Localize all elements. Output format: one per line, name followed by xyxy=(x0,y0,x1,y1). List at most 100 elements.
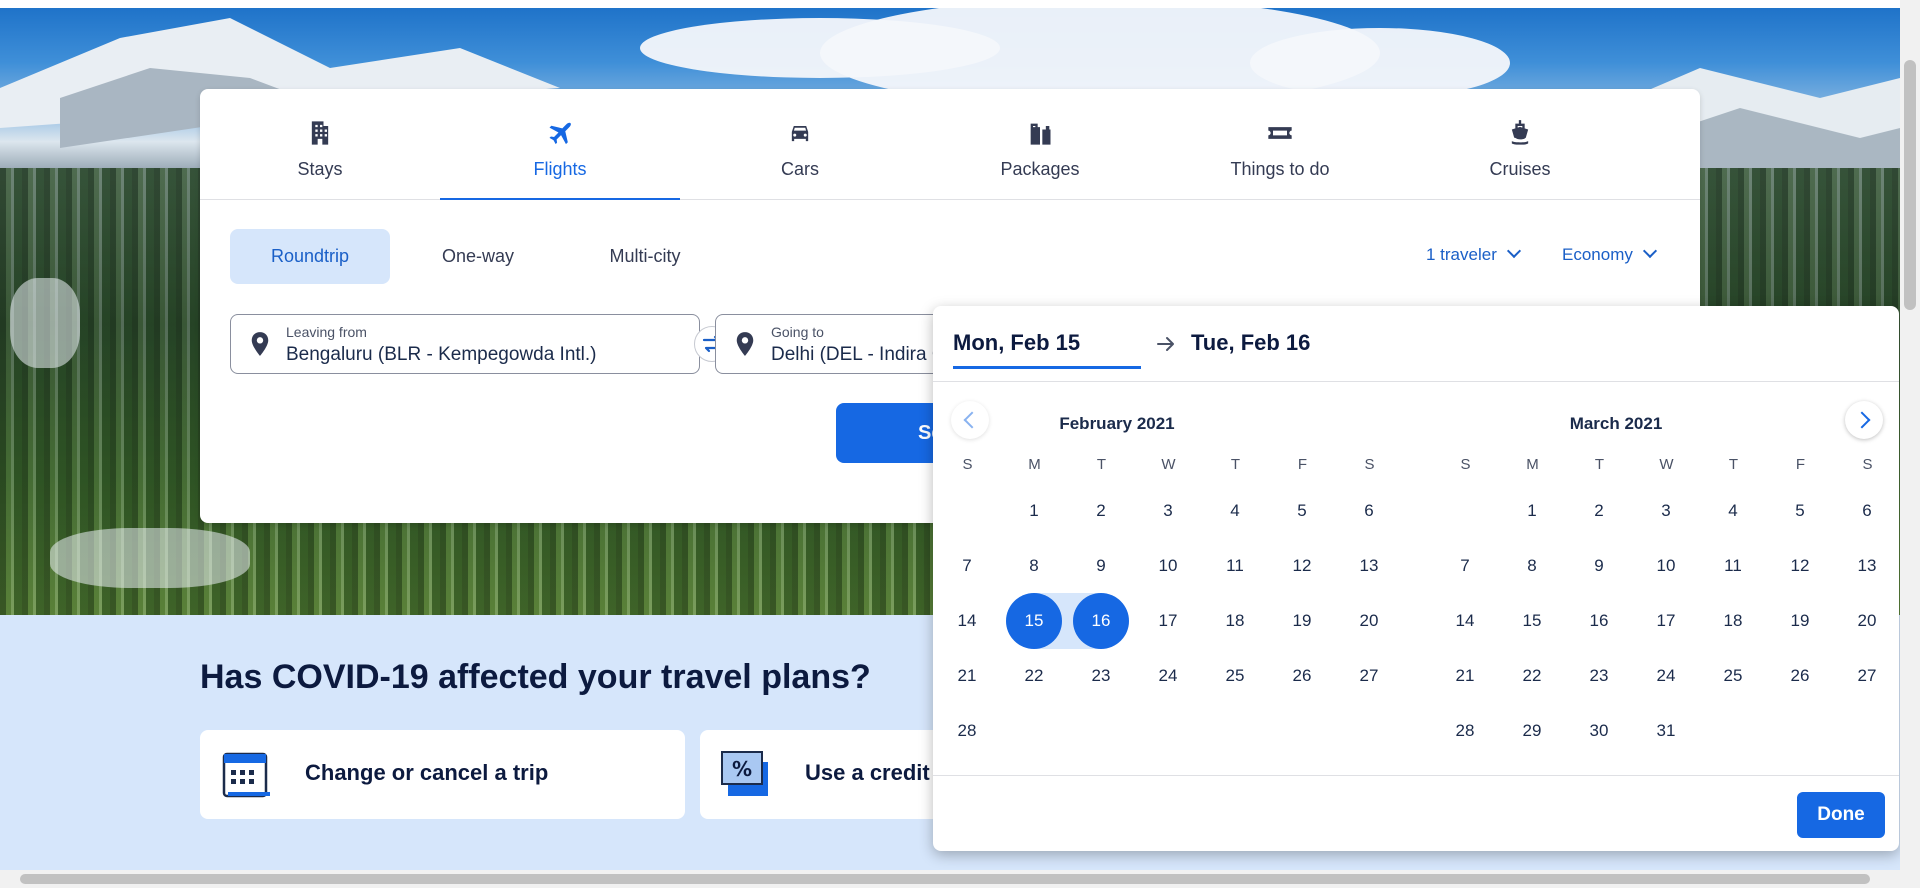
calendar-day[interactable]: 17 xyxy=(1140,593,1196,649)
covid-heading: Has COVID-19 affected your travel plans? xyxy=(200,658,871,696)
scrollbar-thumb[interactable] xyxy=(20,874,1870,884)
calendar-day[interactable]: 4 xyxy=(1705,483,1761,539)
leaving-from-label: Leaving from xyxy=(286,324,367,340)
weekday-header: W xyxy=(1659,456,1674,473)
calendar-day[interactable]: 29 xyxy=(1504,703,1560,759)
month-title-february: February 2021 xyxy=(1059,414,1175,433)
weekday-header: F xyxy=(1795,456,1806,473)
calendar-day[interactable]: 3 xyxy=(1140,483,1196,539)
tab-packages[interactable]: Packages xyxy=(920,89,1160,199)
calendar-day[interactable]: 20 xyxy=(1341,593,1397,649)
calendar-day[interactable]: 26 xyxy=(1772,648,1828,704)
chevron-down-icon xyxy=(1642,243,1657,259)
tab-things-to-do[interactable]: Things to do xyxy=(1160,89,1400,199)
done-button[interactable]: Done xyxy=(1797,792,1885,838)
calendar-day[interactable]: 13 xyxy=(1341,538,1397,594)
calendar-day[interactable]: 27 xyxy=(1341,648,1397,704)
calendar-day[interactable]: 14 xyxy=(939,593,995,649)
calendar-day[interactable]: 27 xyxy=(1839,648,1895,704)
calendar-day[interactable]: 24 xyxy=(1638,648,1694,704)
calendar-day[interactable]: 28 xyxy=(1437,703,1493,759)
calendar-day[interactable]: 31 xyxy=(1638,703,1694,759)
travelers-value: 1 traveler xyxy=(1426,245,1497,264)
calendar-day[interactable]: 18 xyxy=(1705,593,1761,649)
calendar-day[interactable]: 23 xyxy=(1571,648,1627,704)
calendar-day[interactable]: 26 xyxy=(1274,648,1330,704)
calendar-day[interactable]: 11 xyxy=(1705,538,1761,594)
use-credit-label: Use a credit xyxy=(805,760,930,785)
calendar-day[interactable]: 18 xyxy=(1207,593,1263,649)
calendar-day[interactable]: 9 xyxy=(1571,538,1627,594)
calendar-day[interactable]: 1 xyxy=(1504,483,1560,539)
calendar-day[interactable]: 10 xyxy=(1140,538,1196,594)
start-date-label[interactable]: Mon, Feb 15 xyxy=(953,330,1080,356)
calendar-day[interactable]: 16 xyxy=(1571,593,1627,649)
leaving-from-field[interactable]: Leaving from Bengaluru (BLR - Kempegowda… xyxy=(230,314,700,374)
change-cancel-trip-label: Change or cancel a trip xyxy=(305,760,549,785)
calendar-day[interactable]: 17 xyxy=(1638,593,1694,649)
calendar-day[interactable]: 12 xyxy=(1274,538,1330,594)
weekday-header: M xyxy=(1526,456,1539,473)
calendar-day[interactable]: 9 xyxy=(1073,538,1129,594)
calendar-day[interactable]: 21 xyxy=(939,648,995,704)
trip-type-multi-city[interactable]: Multi-city xyxy=(565,229,725,284)
calendar-day[interactable]: 15 xyxy=(1006,593,1062,649)
active-date-indicator xyxy=(953,366,1141,369)
calendar-day[interactable]: 2 xyxy=(1073,483,1129,539)
calendar-day[interactable]: 25 xyxy=(1705,648,1761,704)
calendar-day[interactable]: 22 xyxy=(1006,648,1062,704)
calendar-day[interactable]: 19 xyxy=(1772,593,1828,649)
calendar-icon xyxy=(222,752,270,798)
tab-cruises[interactable]: Cruises xyxy=(1400,89,1640,199)
calendar-day[interactable]: 22 xyxy=(1504,648,1560,704)
plane-icon xyxy=(549,122,571,145)
calendar-day[interactable]: 12 xyxy=(1772,538,1828,594)
calendar-day[interactable]: 24 xyxy=(1140,648,1196,704)
calendar-day[interactable]: 16 xyxy=(1073,593,1129,649)
calendar-day[interactable]: 28 xyxy=(939,703,995,759)
car-icon xyxy=(791,126,809,142)
calendar-day[interactable]: 6 xyxy=(1839,483,1895,539)
calendar-day[interactable]: 23 xyxy=(1073,648,1129,704)
weekday-header: T xyxy=(1096,456,1107,473)
travelers-dropdown[interactable]: 1 traveler xyxy=(1426,239,1521,271)
next-month-button[interactable] xyxy=(1845,401,1883,439)
calendar-day[interactable]: 30 xyxy=(1571,703,1627,759)
location-pin-icon xyxy=(736,332,754,356)
end-date-label[interactable]: Tue, Feb 16 xyxy=(1191,330,1310,356)
calendar-day[interactable]: 6 xyxy=(1341,483,1397,539)
calendar-day[interactable]: 14 xyxy=(1437,593,1493,649)
horizontal-scrollbar[interactable] xyxy=(0,870,1900,888)
calendar-day[interactable]: 1 xyxy=(1006,483,1062,539)
date-picker-footer-divider xyxy=(933,775,1899,776)
change-cancel-trip-card[interactable]: Change or cancel a trip xyxy=(200,730,685,819)
scrollbar-thumb[interactable] xyxy=(1904,60,1916,310)
tab-label: Flights xyxy=(533,159,587,179)
calendar-day[interactable]: 15 xyxy=(1504,593,1560,649)
calendar-day[interactable]: 4 xyxy=(1207,483,1263,539)
calendar-day[interactable]: 11 xyxy=(1207,538,1263,594)
calendar-day[interactable]: 8 xyxy=(1504,538,1560,594)
tab-flights[interactable]: Flights xyxy=(440,89,680,200)
calendar-day[interactable]: 8 xyxy=(1006,538,1062,594)
weekday-header: T xyxy=(1230,456,1241,473)
snow-patch xyxy=(50,528,250,588)
trip-type-one-way[interactable]: One-way xyxy=(398,229,558,284)
calendar-day[interactable]: 3 xyxy=(1638,483,1694,539)
calendar-day[interactable]: 5 xyxy=(1772,483,1828,539)
calendar-day[interactable]: 2 xyxy=(1571,483,1627,539)
calendar-day[interactable]: 20 xyxy=(1839,593,1895,649)
calendar-day[interactable]: 21 xyxy=(1437,648,1493,704)
calendar-day[interactable]: 5 xyxy=(1274,483,1330,539)
calendar-day[interactable]: 19 xyxy=(1274,593,1330,649)
vertical-scrollbar[interactable] xyxy=(1900,0,1920,888)
tab-stays[interactable]: Stays xyxy=(200,89,440,199)
trip-type-roundtrip[interactable]: Roundtrip xyxy=(230,229,390,284)
calendar-day[interactable]: 25 xyxy=(1207,648,1263,704)
calendar-day[interactable]: 7 xyxy=(1437,538,1493,594)
calendar-day[interactable]: 10 xyxy=(1638,538,1694,594)
tab-cars[interactable]: Cars xyxy=(680,89,920,199)
cabin-class-dropdown[interactable]: Economy xyxy=(1562,239,1657,271)
calendar-day[interactable]: 13 xyxy=(1839,538,1895,594)
calendar-day[interactable]: 7 xyxy=(939,538,995,594)
